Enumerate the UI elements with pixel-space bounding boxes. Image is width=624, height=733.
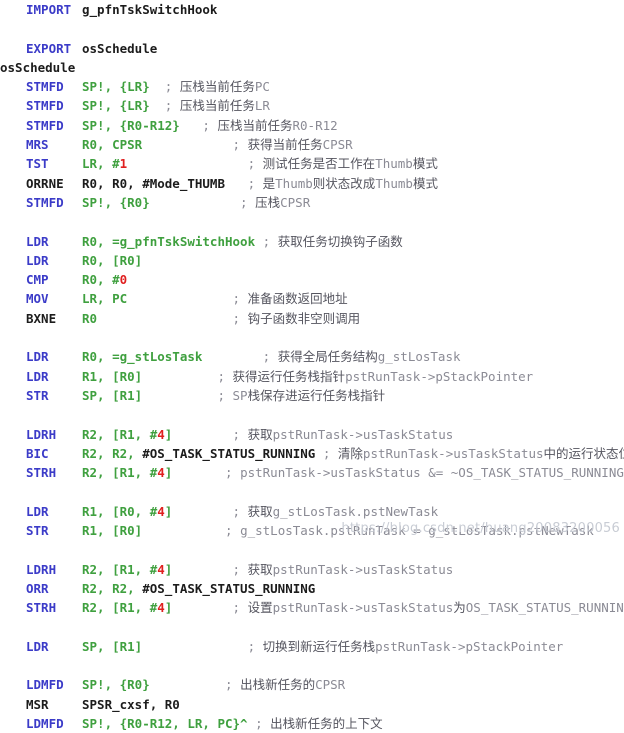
code-line-strh-24: STRH R2, [R1, #4] ; pstRunTask->usTaskSta… — [26, 465, 624, 481]
code-line-orrne-9: ORRNE R0, R0, #Mode_THUMB ; 是Thumb则状态改成Th… — [26, 175, 438, 191]
code-line-stmfd-4: STMFD SP!, {LR} ; 压栈当前任务PC — [26, 79, 270, 95]
code-line-ldrh-29: LDRH R2, [R1, #4] ; 获取pstRunTask->usTaskS… — [26, 561, 454, 577]
code-line-cmp-14: CMP R0, #0 — [26, 272, 128, 288]
code-line-ldr-12: LDR R0, =g_pfnTskSwitchHook ; 获取任务切换钩子函数 — [26, 233, 403, 249]
code-line-tst-8: TST LR, #1 ; 测试任务是否工作在Thumb模式 — [26, 156, 438, 172]
code-line-bic-23: BIC R2, R2, #OS_TASK_STATUS_RUNNING ; 清除p… — [26, 445, 624, 461]
code-line-mrs-7: MRS R0, CPSR ; 获得当前任务CPSR — [26, 137, 353, 153]
code-line-str-27: STR R1, [R0] ; g_stLosTask.pstRunTask = g… — [26, 523, 594, 539]
code-line-ldr-18: LDR R0, =g_stLosTask ; 获得全局任务结构g_stLosTas… — [26, 349, 461, 365]
code-line-stmfd-5: STMFD SP!, {LR} ; 压栈当前任务LR — [26, 98, 270, 114]
code-editor-view[interactable]: IMPORT g_pfnTskSwitchHook EXPORT osSchedul… — [0, 0, 624, 731]
code-line-ldmfd-37: LDMFD SP!, {R0-R12, LR, PC}^ ; 出栈新任务的上下文 — [26, 715, 383, 731]
code-line-stmfd-10: STMFD SP!, {R0} ; 压栈CPSR — [26, 194, 311, 210]
code-line-export-2: EXPORT osSchedule — [26, 40, 158, 56]
code-line-mov-15: MOV LR, PC ; 准备函数返回地址 — [26, 291, 348, 307]
code-line-orr-30: ORR R2, R2, #OS_TASK_STATUS_RUNNING — [26, 580, 316, 596]
code-line-ldrh-22: LDRH R2, [R1, #4] ; 获取pstRunTask->usTaskS… — [26, 426, 454, 442]
code-line-msr-36: MSR SPSR_cxsf, R0 — [26, 696, 180, 712]
code-line-bxne-16: BXNE R0 ; 钩子函数非空则调用 — [26, 310, 361, 326]
code-line-import-0: IMPORT g_pfnTskSwitchHook — [26, 2, 218, 17]
code-line-ldr-19: LDR R1, [R0] ; 获得运行任务栈指针pstRunTask->pStac… — [26, 368, 534, 384]
code-line-stmfd-6: STMFD SP!, {R0-R12} ; 压栈当前任务R0-R12 — [26, 117, 338, 133]
code-listing: IMPORT g_pfnTskSwitchHook EXPORT osSchedul… — [0, 0, 624, 733]
code-line-strh-31: STRH R2, [R1, #4] ; 设置pstRunTask->usTaskS… — [26, 600, 624, 616]
code-line-ldr-26: LDR R1, [R0, #4] ; 获取g_stLosTask.pstNewTa… — [26, 503, 439, 519]
code-line-ldr-13: LDR R0, [R0] — [26, 252, 143, 268]
code-line-str-20: STR SP, [R1] ; SP栈保存进运行任务栈指针 — [26, 387, 386, 403]
code-line-ldmfd-35: LDMFD SP!, {R0} ; 出栈新任务的CPSR — [26, 677, 346, 693]
code-label-osSchedule: osSchedule — [0, 59, 76, 75]
code-line-ldr-33: LDR SP, [R1] ; 切换到新运行任务栈pstRunTask->pStac… — [26, 638, 564, 654]
